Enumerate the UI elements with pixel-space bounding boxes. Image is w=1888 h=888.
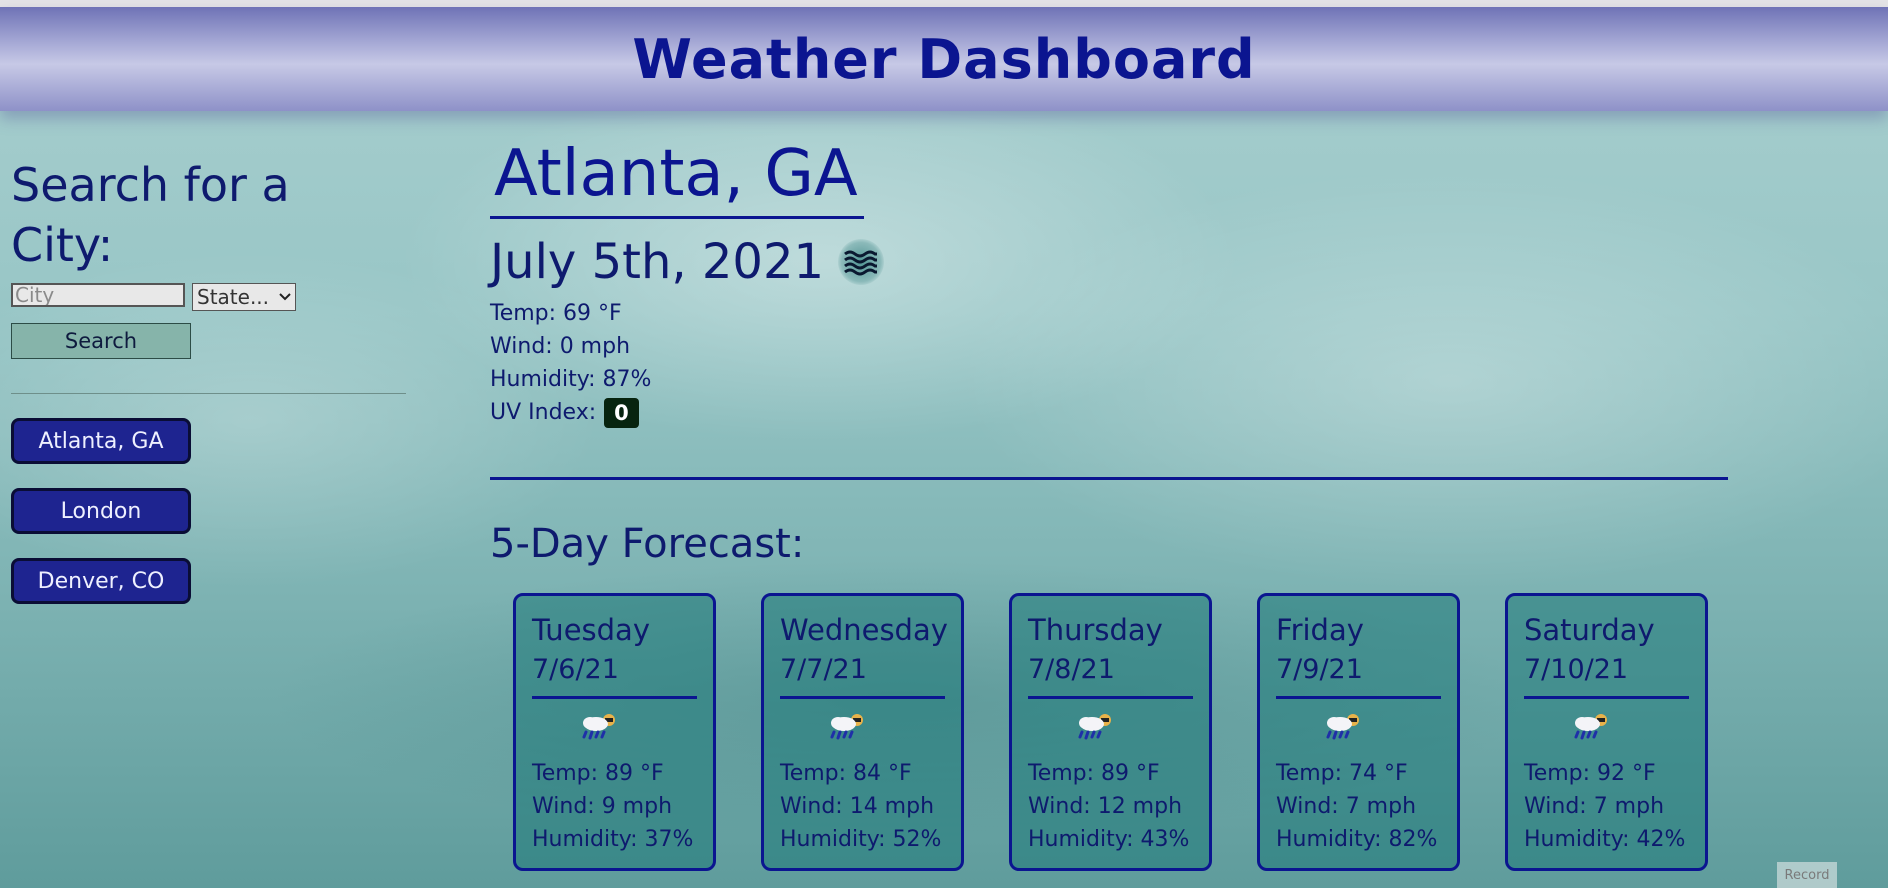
rain-sun-icon [1322, 711, 1364, 743]
chevron-down-icon [279, 289, 291, 305]
main-divider [490, 477, 1728, 480]
forecast-wind: Wind: 12 mph [1028, 794, 1183, 819]
current-date: July 5th, 2021 [490, 234, 825, 290]
record-button[interactable]: Record [1777, 862, 1837, 888]
forecast-temp: Temp: 84 °F [780, 761, 912, 786]
forecast-title: 5-Day Forecast: [490, 521, 805, 567]
state-select-value: State... [197, 285, 270, 309]
current-weather: Atlanta, GA July 5th, 2021 Temp: 69 °F W… [490, 134, 1730, 871]
history-button-london[interactable]: London [11, 488, 191, 534]
current-city-title: Atlanta, GA [490, 134, 864, 219]
search-row: State... [11, 283, 406, 311]
forecast-date: 7/6/21 [532, 654, 619, 685]
page-header: Weather Dashboard [0, 7, 1888, 111]
forecast-stats: Temp: 74 °F Wind: 7 mph Humidity: 82% [1276, 757, 1457, 856]
forecast-date: 7/8/21 [1028, 654, 1115, 685]
forecast-humidity: Humidity: 37% [532, 827, 694, 852]
forecast-wind: Wind: 9 mph [532, 794, 673, 819]
forecast-temp: Temp: 89 °F [532, 761, 664, 786]
forecast-temp: Temp: 92 °F [1524, 761, 1656, 786]
forecast-humidity: Humidity: 42% [1524, 827, 1686, 852]
forecast-day: Wednesday [780, 613, 948, 647]
forecast-wind: Wind: 7 mph [1276, 794, 1417, 819]
forecast-temp: Temp: 74 °F [1276, 761, 1408, 786]
current-temp: Temp: 69 °F [490, 301, 622, 326]
sidebar-divider [11, 393, 406, 394]
page-title: Weather Dashboard [632, 27, 1256, 91]
forecast-wind: Wind: 7 mph [1524, 794, 1665, 819]
forecast-day: Saturday [1524, 613, 1655, 647]
forecast-wind: Wind: 14 mph [780, 794, 935, 819]
forecast-cards: Tuesday 7/6/21 Temp: 89 °F Wind: 9 mph H… [513, 593, 1708, 871]
forecast-date: 7/7/21 [780, 654, 867, 685]
rain-sun-icon [1570, 711, 1612, 743]
forecast-card: Friday 7/9/21 Temp: 74 °F Wind: 7 mph Hu… [1257, 593, 1460, 871]
forecast-card: Tuesday 7/6/21 Temp: 89 °F Wind: 9 mph H… [513, 593, 716, 871]
forecast-underline [1028, 696, 1193, 699]
current-wind: Wind: 0 mph [490, 334, 631, 359]
search-sidebar: Search for a City: State... Search Atlan… [11, 155, 406, 604]
forecast-stats: Temp: 89 °F Wind: 9 mph Humidity: 37% [532, 757, 713, 856]
search-button[interactable]: Search [11, 323, 191, 359]
forecast-underline [1524, 696, 1689, 699]
mist-icon [838, 239, 885, 285]
rain-sun-icon [578, 711, 620, 743]
history-button-atlanta[interactable]: Atlanta, GA [11, 418, 191, 464]
forecast-stats: Temp: 92 °F Wind: 7 mph Humidity: 42% [1524, 757, 1705, 856]
current-stats: Temp: 69 °F Wind: 0 mph Humidity: 87% UV… [490, 297, 1730, 429]
forecast-underline [1276, 696, 1441, 699]
browser-top-strip [0, 0, 1888, 7]
forecast-card: Wednesday 7/7/21 Temp: 84 °F Wind: 14 mp… [761, 593, 964, 871]
forecast-stats: Temp: 84 °F Wind: 14 mph Humidity: 52% [780, 757, 961, 856]
history-button-denver[interactable]: Denver, CO [11, 558, 191, 604]
forecast-card: Saturday 7/10/21 Temp: 92 °F Wind: 7 mph… [1505, 593, 1708, 871]
forecast-temp: Temp: 89 °F [1028, 761, 1160, 786]
current-date-row: July 5th, 2021 [490, 233, 1730, 291]
state-select[interactable]: State... [192, 283, 296, 311]
uv-index-row: UV Index: 0 [490, 396, 1730, 429]
forecast-humidity: Humidity: 43% [1028, 827, 1190, 852]
city-input[interactable] [11, 283, 185, 307]
forecast-underline [532, 696, 697, 699]
search-heading: Search for a City: [11, 158, 290, 272]
forecast-underline [780, 696, 945, 699]
forecast-date: 7/9/21 [1276, 654, 1363, 685]
search-history: Atlanta, GA London Denver, CO [11, 418, 406, 604]
forecast-stats: Temp: 89 °F Wind: 12 mph Humidity: 43% [1028, 757, 1209, 856]
rain-sun-icon [1074, 711, 1116, 743]
uv-index-badge: 0 [604, 397, 639, 428]
rain-sun-icon [826, 711, 868, 743]
forecast-day: Friday [1276, 613, 1364, 647]
uv-index-label: UV Index: [490, 400, 597, 425]
forecast-humidity: Humidity: 52% [780, 827, 942, 852]
forecast-day: Tuesday [532, 613, 650, 647]
forecast-humidity: Humidity: 82% [1276, 827, 1438, 852]
forecast-card: Thursday 7/8/21 Temp: 89 °F Wind: 12 mph… [1009, 593, 1212, 871]
forecast-day: Thursday [1028, 613, 1163, 647]
forecast-date: 7/10/21 [1524, 654, 1629, 685]
current-humidity: Humidity: 87% [490, 367, 652, 392]
